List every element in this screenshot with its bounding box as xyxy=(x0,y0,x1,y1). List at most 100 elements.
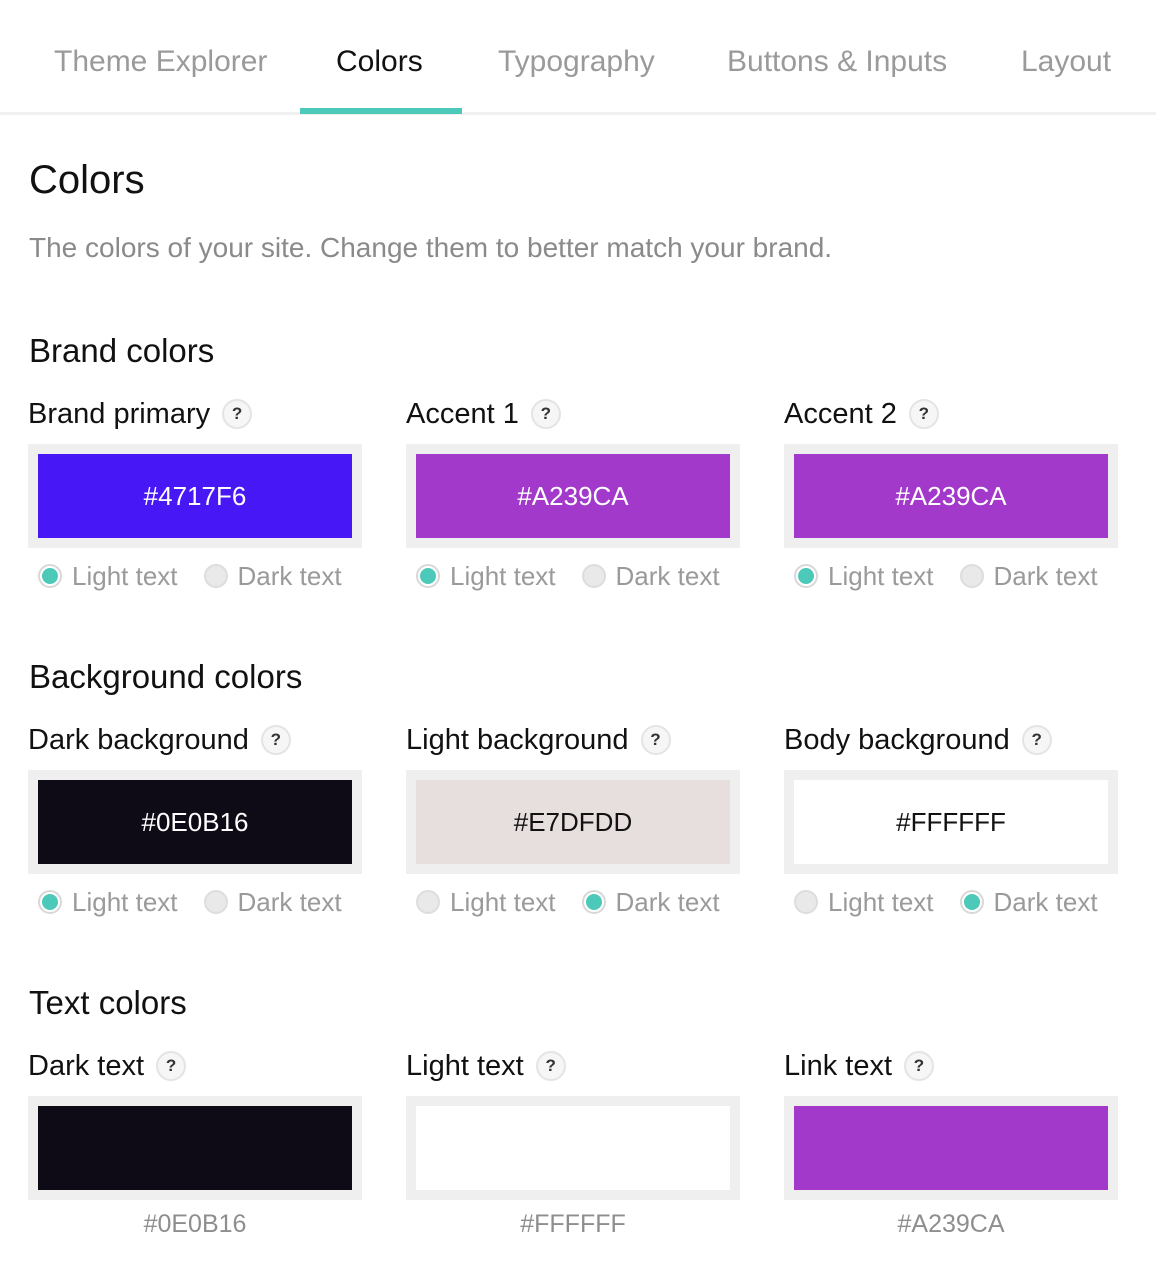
radio-light-text[interactable]: Light text xyxy=(794,561,934,592)
help-icon[interactable]: ? xyxy=(530,399,561,429)
tab-buttons-inputs[interactable]: Buttons & Inputs xyxy=(727,40,947,84)
swatch-frame xyxy=(784,1096,1118,1200)
radio-dark-text[interactable]: Dark text xyxy=(959,886,1098,918)
radio-dot xyxy=(38,890,62,914)
swatch-hex: #0E0B16 xyxy=(141,806,249,837)
color-card-brand-primary: Brand primary? #4717F6 Light text Dark t… xyxy=(28,392,362,594)
swatch-hex: #A239CA xyxy=(517,480,629,511)
text-mode-radio-group: Light text Dark text xyxy=(406,558,740,594)
help-icon[interactable]: ? xyxy=(535,1051,566,1081)
swatch-frame: #A239CA xyxy=(406,444,740,548)
active-tab-indicator xyxy=(300,108,462,114)
tab-theme-explorer[interactable]: Theme Explorer xyxy=(54,40,267,84)
section-title-background-colors: Background colors xyxy=(29,658,303,695)
swatch-frame xyxy=(406,1096,740,1200)
color-swatch-brand-primary[interactable]: #4717F6 xyxy=(38,454,352,538)
card-label-text: Light background xyxy=(406,723,629,756)
color-card-light-text: Light text? #FFFFFF xyxy=(406,1044,740,1239)
section-title-text-colors: Text colors xyxy=(29,984,187,1021)
radio-label: Dark text xyxy=(993,886,1098,917)
radio-label: Dark text xyxy=(615,886,720,917)
color-card-link-text: Link text? #A239CA xyxy=(784,1044,1118,1239)
radio-light-text[interactable]: Light text xyxy=(38,561,178,592)
radio-dot xyxy=(203,564,228,588)
text-mode-radio-group: Light text Dark text xyxy=(28,558,362,594)
card-label: Light text? xyxy=(406,1044,740,1088)
radio-label: Dark text xyxy=(993,560,1098,591)
card-label: Dark text? xyxy=(28,1044,362,1088)
radio-light-text[interactable]: Light text xyxy=(794,887,934,918)
radio-dark-text[interactable]: Dark text xyxy=(203,560,342,592)
help-icon[interactable]: ? xyxy=(904,1051,934,1081)
swatch-frame: #A239CA xyxy=(784,444,1118,548)
tab-colors[interactable]: Colors xyxy=(336,40,423,84)
swatch-frame: #FFFFFF xyxy=(784,770,1118,874)
help-icon[interactable]: ? xyxy=(1021,725,1052,755)
radio-dark-text[interactable]: Dark text xyxy=(959,560,1098,592)
section-title-brand-colors: Brand colors xyxy=(29,332,215,369)
card-label: Link text? xyxy=(784,1044,1118,1088)
card-label-text: Light text xyxy=(406,1049,524,1082)
color-card-light-background: Light background? #E7DFDD Light text Dar… xyxy=(406,718,740,920)
color-swatch-dark-background[interactable]: #0E0B16 xyxy=(38,780,352,864)
radio-dot xyxy=(959,564,984,588)
card-label-text: Brand primary xyxy=(28,397,211,430)
color-swatch-accent-2[interactable]: #A239CA xyxy=(794,454,1108,538)
card-label: Accent 1? xyxy=(406,392,740,436)
text-mode-radio-group: Light text Dark text xyxy=(406,884,740,920)
color-swatch-link-text[interactable] xyxy=(794,1106,1108,1190)
radio-dot xyxy=(581,890,606,914)
radio-dot xyxy=(794,890,818,914)
card-label: Light background? xyxy=(406,718,740,762)
swatch-frame xyxy=(28,1096,362,1200)
page-title: Colors xyxy=(29,158,145,202)
swatch-frame: #E7DFDD xyxy=(406,770,740,874)
radio-dark-text[interactable]: Dark text xyxy=(581,561,720,592)
radio-dot xyxy=(416,890,440,914)
card-label: Body background? xyxy=(784,718,1118,762)
card-label-text: Accent 1 xyxy=(406,397,519,430)
card-label-text: Accent 2 xyxy=(784,397,897,430)
text-mode-radio-group: Light text Dark text xyxy=(784,558,1118,594)
radio-dot xyxy=(959,890,984,914)
tab-bar: Theme Explorer Colors Typography Buttons… xyxy=(0,0,1156,115)
color-card-body-background: Body background? #FFFFFF Light text Dark… xyxy=(784,718,1118,920)
radio-dark-text[interactable]: Dark text xyxy=(203,886,342,918)
radio-label: Light text xyxy=(450,560,556,591)
text-mode-radio-group: Light text Dark text xyxy=(28,884,362,920)
radio-light-text[interactable]: Light text xyxy=(416,561,556,592)
radio-dark-text[interactable]: Dark text xyxy=(581,886,720,918)
text-mode-radio-group: Light text Dark text xyxy=(784,884,1118,920)
card-label: Brand primary? xyxy=(28,392,362,436)
card-label: Dark background? xyxy=(28,718,362,762)
help-icon[interactable]: ? xyxy=(222,399,253,429)
radio-light-text[interactable]: Light text xyxy=(38,887,178,918)
help-icon[interactable]: ? xyxy=(908,399,939,429)
radio-label: Dark text xyxy=(237,886,342,917)
tab-typography[interactable]: Typography xyxy=(498,40,655,84)
radio-label: Dark text xyxy=(237,560,342,591)
card-label-text: Dark background xyxy=(28,723,249,756)
radio-label: Light text xyxy=(450,886,556,917)
radio-label: Light text xyxy=(72,560,178,591)
help-icon[interactable]: ? xyxy=(260,725,291,755)
color-swatch-light-text[interactable] xyxy=(416,1106,730,1190)
help-icon[interactable]: ? xyxy=(640,725,671,755)
color-swatch-accent-1[interactable]: #A239CA xyxy=(416,454,730,538)
swatch-hex-caption: #A239CA xyxy=(897,1210,1005,1238)
color-swatch-light-background[interactable]: #E7DFDD xyxy=(416,780,730,864)
help-icon[interactable]: ? xyxy=(156,1051,187,1081)
radio-dot xyxy=(38,564,62,588)
radio-dot xyxy=(581,564,606,588)
radio-light-text[interactable]: Light text xyxy=(416,887,556,918)
color-card-dark-text: Dark text? #0E0B16 xyxy=(28,1044,362,1239)
color-card-dark-background: Dark background? #0E0B16 Light text Dark… xyxy=(28,718,362,920)
color-swatch-dark-text[interactable] xyxy=(38,1106,352,1190)
swatch-frame: #0E0B16 xyxy=(28,770,362,874)
swatch-hex: #4717F6 xyxy=(143,480,247,511)
card-label-text: Link text xyxy=(784,1049,892,1082)
color-swatch-body-background[interactable]: #FFFFFF xyxy=(794,780,1108,864)
tab-layout[interactable]: Layout xyxy=(1021,40,1111,84)
card-label-text: Dark text xyxy=(28,1049,145,1082)
radio-dot xyxy=(416,564,440,588)
